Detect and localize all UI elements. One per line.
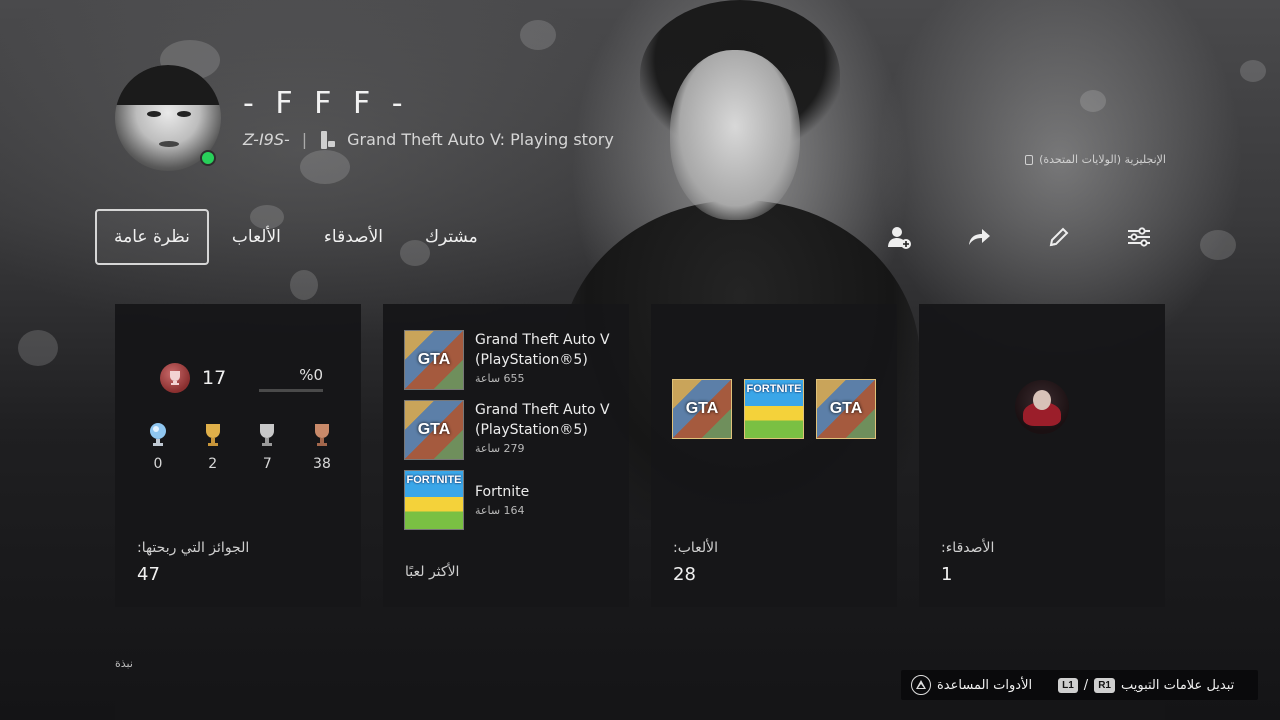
trophy-progress-bar	[259, 389, 323, 392]
game-cover	[404, 330, 464, 390]
game-cover	[744, 379, 804, 439]
silver-count: 7	[262, 456, 272, 472]
platinum-trophy: 0	[145, 422, 171, 472]
r1-button-icon: R1	[1094, 677, 1115, 693]
triangle-button-icon	[911, 675, 931, 695]
language-indicator: الإنجليزية (الولايات المتحدة)	[1025, 153, 1166, 166]
bio-label: نبذة	[115, 657, 133, 670]
game-title: Fortnite	[475, 484, 530, 500]
profile-subline: Z-I9S- | Grand Theft Auto V: Playing sto…	[243, 130, 614, 149]
trophies-card[interactable]: 17 %0 0 2 7 38 الجوائز التي ربحتها: 47	[115, 304, 361, 607]
game-cover	[816, 379, 876, 439]
tab-shared[interactable]: مشترك	[405, 209, 498, 265]
most-played-card[interactable]: Grand Theft Auto V (PlayStation®5) 655 س…	[383, 304, 629, 607]
switch-tabs-label: تبديل علامات التبويب	[1120, 677, 1235, 693]
lock-icon	[1025, 154, 1034, 165]
separator: |	[301, 130, 308, 149]
trophy-progress: %0	[259, 366, 323, 392]
friend-avatar	[1015, 380, 1069, 434]
tab-overview[interactable]: نظرة عامة	[95, 209, 209, 265]
platinum-trophy-icon	[150, 423, 166, 446]
trophy-counts: 0 2 7 38	[145, 422, 335, 472]
settings-sliders-icon	[1128, 227, 1150, 247]
bronze-trophy-icon	[314, 424, 329, 446]
gold-trophy: 2	[200, 422, 226, 472]
add-friend-icon	[888, 227, 911, 249]
most-played-item: Grand Theft Auto V (PlayStation®5) 655 س…	[404, 330, 615, 390]
friends-count: 1	[941, 564, 953, 585]
gold-trophy-icon	[205, 424, 220, 446]
share-button[interactable]	[964, 222, 994, 252]
trophies-caption: الجوائز التي ربحتها:	[137, 540, 250, 556]
l1-button-icon: L1	[1058, 677, 1078, 693]
games-card[interactable]: الألعاب: 28	[651, 304, 897, 607]
game-cover	[404, 470, 464, 530]
games-caption: الألعاب:	[673, 540, 719, 556]
games-covers	[672, 379, 876, 439]
trophy-level-icon	[160, 363, 190, 393]
edit-button[interactable]	[1044, 222, 1074, 252]
friends-card[interactable]: الأصدقاء: 1	[919, 304, 1165, 607]
most-played-item: Grand Theft Auto V (PlayStation®5) 279 س…	[404, 400, 615, 460]
controller-help-bar: تبديل علامات التبويب R1 / L1 الأدوات الم…	[901, 670, 1258, 700]
game-hours: 164 ساعة	[475, 504, 525, 517]
friends-caption: الأصدقاء:	[941, 540, 995, 556]
most-played-caption: الأكثر لعبًا	[405, 564, 460, 580]
help-tools-label: الأدوات المساعدة	[937, 677, 1033, 693]
settings-button[interactable]	[1124, 222, 1154, 252]
activity-status: Grand Theft Auto V: Playing story	[347, 130, 614, 149]
gold-count: 2	[208, 456, 218, 472]
tab-games[interactable]: الألعاب	[212, 209, 301, 265]
slash-separator: /	[1083, 677, 1089, 693]
online-id: Z-I9S-	[243, 130, 290, 149]
ps5-console-icon	[319, 130, 336, 149]
most-played-item: Fortnite 164 ساعة	[404, 470, 615, 530]
game-cover	[672, 379, 732, 439]
trophy-progress-percent: %0	[299, 366, 323, 384]
bronze-count: 38	[313, 456, 331, 472]
trophies-total: 47	[137, 564, 160, 585]
game-title: Grand Theft Auto V (PlayStation®5)	[475, 402, 610, 438]
silver-trophy-icon	[260, 424, 275, 446]
game-title: Grand Theft Auto V (PlayStation®5)	[475, 332, 610, 368]
tab-friends[interactable]: الأصدقاء	[304, 209, 403, 265]
trophy-level-value: 17	[202, 367, 227, 389]
trophy-level: 17	[160, 363, 226, 393]
games-count: 28	[673, 564, 696, 585]
add-friend-button[interactable]	[884, 222, 914, 252]
edit-icon	[1049, 227, 1069, 247]
platinum-count: 0	[153, 456, 163, 472]
online-status-indicator	[200, 150, 216, 166]
profile-tabs: نظرة عامة الألعاب الأصدقاء مشترك	[95, 209, 498, 265]
share-icon	[969, 229, 990, 245]
profile-username: - F F F -	[243, 86, 409, 121]
bronze-trophy: 38	[309, 422, 335, 472]
profile-actions	[884, 222, 1154, 252]
game-hours: 655 ساعة	[475, 372, 525, 385]
game-hours: 279 ساعة	[475, 442, 525, 455]
silver-trophy: 7	[254, 422, 280, 472]
language-label: الإنجليزية (الولايات المتحدة)	[1039, 153, 1166, 166]
game-cover	[404, 400, 464, 460]
